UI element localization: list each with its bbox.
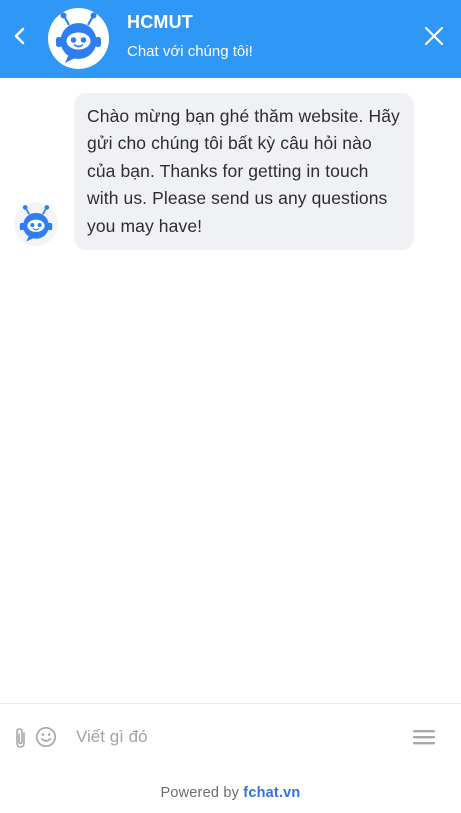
message-composer (0, 703, 461, 772)
robot-avatar-icon (19, 205, 53, 242)
chat-subtitle: Chat với chúng tôi! (127, 43, 253, 60)
chevron-left-icon (14, 27, 25, 45)
header-avatar (48, 8, 109, 69)
back-button[interactable] (8, 24, 32, 48)
powered-by-footer: Powered by fchat.vn (0, 785, 461, 801)
chat-title: HCMUT (127, 12, 193, 32)
chat-header: HCMUT Chat với chúng tôi! (0, 0, 461, 78)
bot-avatar (14, 202, 58, 246)
paperclip-icon (16, 728, 25, 748)
bot-message-bubble: Chào mừng bạn ghé thăm website. Hãy gửi … (74, 93, 414, 251)
close-icon (424, 26, 444, 46)
chat-widget: HCMUT Chat với chúng tôi! Chào mừng bạn … (0, 0, 461, 813)
emoji-button[interactable] (35, 726, 57, 748)
menu-button[interactable] (412, 727, 436, 747)
close-button[interactable] (422, 24, 446, 48)
message-input[interactable] (76, 722, 396, 752)
fchat-link[interactable]: fchat.vn (243, 785, 300, 801)
smiley-icon (35, 726, 57, 748)
hamburger-menu-icon (413, 730, 435, 745)
robot-avatar-icon (56, 12, 101, 63)
attach-button[interactable] (11, 726, 31, 750)
powered-by-label: Powered by (160, 785, 240, 801)
message-list[interactable]: Chào mừng bạn ghé thăm website. Hãy gửi … (0, 78, 461, 702)
